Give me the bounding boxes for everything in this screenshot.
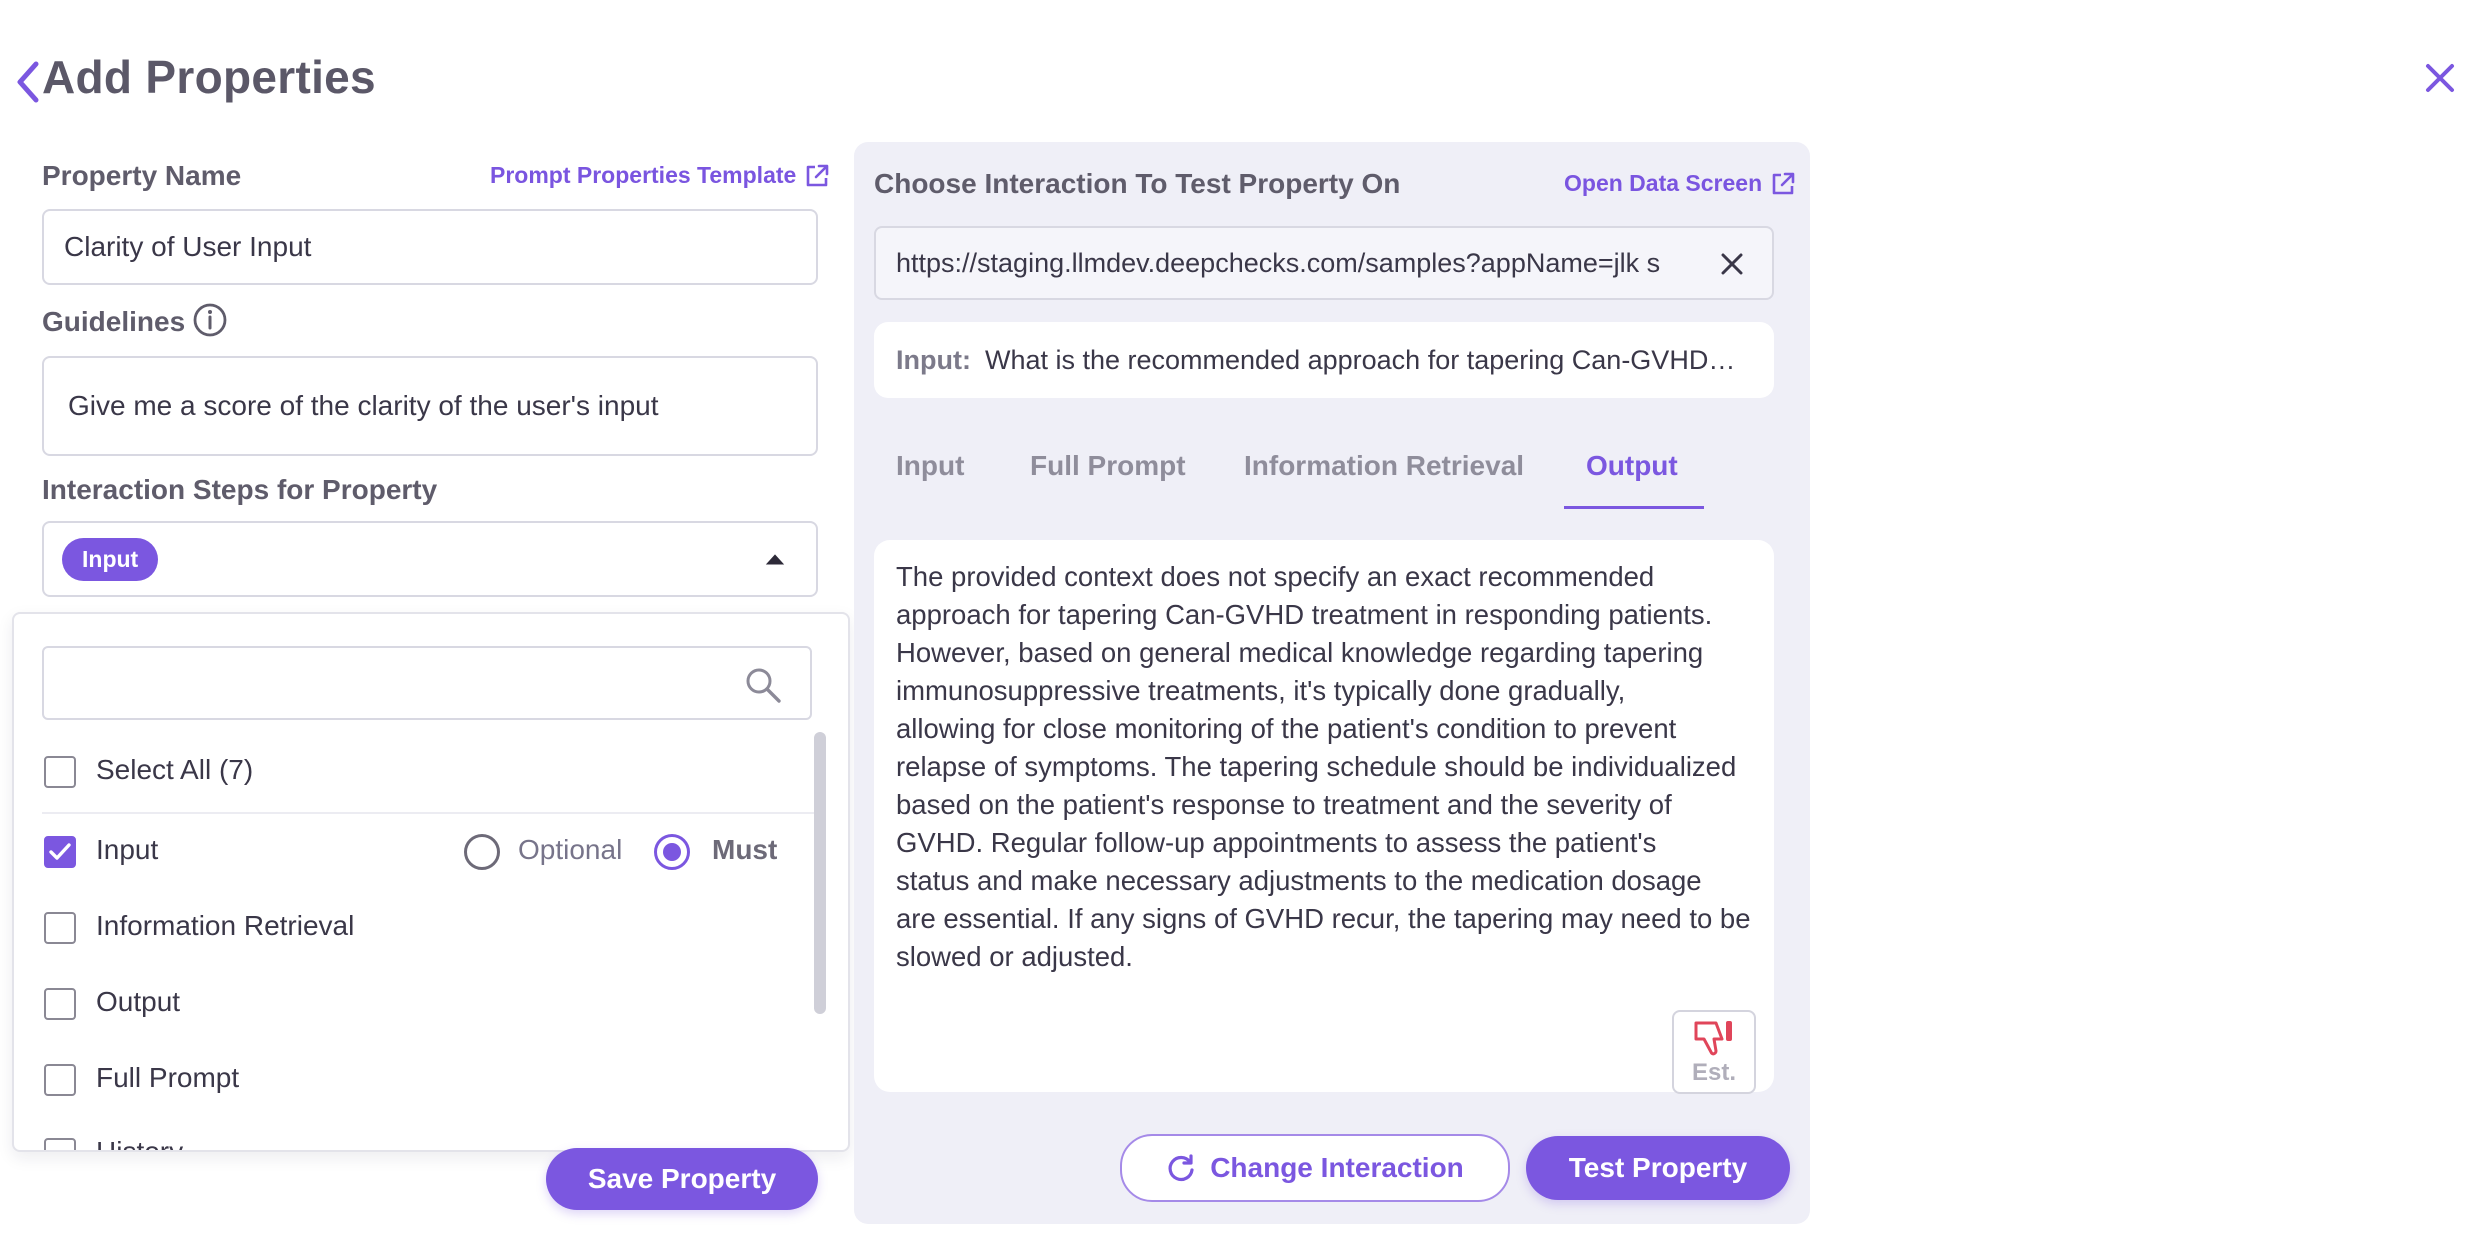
page-title: Add Properties [42,51,376,103]
input-preview-label: Input: [896,344,971,375]
option-information-retrieval-label: Information Retrieval [96,910,355,941]
dropdown-scrollbar[interactable] [814,732,826,1014]
output-line: approach for tapering Can-GVHD treatment… [896,599,1713,630]
open-data-screen-link[interactable]: Open Data Screen [1564,170,1796,197]
interaction-steps-label: Interaction Steps for Property [42,474,438,505]
radio-optional-label: Optional [518,834,623,865]
active-tab-indicator [1564,506,1704,509]
test-property-button[interactable]: Test Property [1526,1136,1790,1200]
change-interaction-button[interactable]: Change Interaction [1120,1134,1510,1202]
output-line: slowed or adjusted. [896,941,1133,972]
property-name-label: Property Name [42,160,242,191]
output-line: GVHD. Regular follow-up appointments to … [896,827,1657,858]
clear-icon[interactable] [1716,248,1748,280]
interaction-steps-select[interactable]: Input [42,521,818,597]
option-history-checkbox[interactable] [44,1138,76,1150]
output-line: relapse of symptoms. The tapering schedu… [896,751,1737,782]
est-label: Est. [1691,1059,1736,1086]
input-preview: Input: What is the recommended approach … [874,322,1774,398]
output-line: status and make necessary adjustments to… [896,865,1702,896]
option-output-label: Output [96,986,181,1017]
tab-information-retrieval[interactable]: Information Retrieval [1244,450,1524,482]
option-full-prompt-label: Full Prompt [96,1062,240,1093]
save-property-button[interactable]: Save Property [546,1148,818,1210]
radio-optional[interactable] [464,834,500,870]
output-line: based on the patient's response to treat… [896,789,1672,820]
output-line: allowing for close monitoring of the pat… [896,713,1677,744]
radio-must-label: Must [712,834,778,865]
info-icon[interactable] [192,302,228,338]
option-output-checkbox[interactable] [44,988,76,1020]
thumbs-down-icon [1694,1021,1732,1056]
radio-must[interactable] [654,834,690,870]
search-icon [746,668,781,703]
test-interaction-panel: Choose Interaction To Test Property On O… [854,142,1810,1224]
tab-full-prompt[interactable]: Full Prompt [1030,450,1186,482]
option-input-checkbox[interactable] [44,836,76,868]
tab-input[interactable]: Input [896,450,964,482]
choose-interaction-title: Choose Interaction To Test Property On [874,168,1401,199]
chevron-left-icon[interactable] [10,58,46,106]
property-name-input[interactable]: Clarity of User Input [42,209,818,285]
dropdown-search-input[interactable] [42,646,812,720]
guidelines-input[interactable]: Give me a score of the clarity of the us… [42,356,818,456]
external-link-icon [1772,172,1795,194]
interaction-url-value: https://staging.llmdev.deepchecks.com/sa… [896,247,1661,278]
select-all-checkbox[interactable] [44,756,76,788]
prompt-properties-template-link[interactable]: Prompt Properties Template [490,162,830,189]
steps-dropdown: Select All (7) Input Optional Must Infor… [12,612,850,1152]
input-preview-value: What is the recommended approach for tap… [984,344,1736,375]
caret-up-icon [765,554,785,565]
output-line: immunosuppressive treatments, it's typic… [896,675,1626,706]
change-interaction-label: Change Interaction [1210,1152,1464,1183]
output-line: However, based on general medical knowle… [896,637,1704,668]
select-all-label: Select All (7) [96,754,254,785]
open-data-screen-label: Open Data Screen [1564,170,1763,196]
check-icon [49,843,71,860]
guidelines-label: Guidelines [42,306,186,337]
prompt-properties-template-label: Prompt Properties Template [490,162,797,188]
estimated-annotation-badge[interactable]: Est. [1672,1010,1756,1094]
option-history-label: History [96,1136,184,1152]
external-link-icon [807,164,829,186]
output-content-box: The provided context does not specify an… [874,540,1774,1094]
output-line: The provided context does not specify an… [896,561,1655,592]
output-line: are essential. If any signs of GVHD recu… [896,903,1751,934]
dropdown-divider [42,812,822,814]
option-information-retrieval-checkbox[interactable] [44,912,76,944]
close-icon[interactable] [2420,58,2460,98]
option-input-label: Input [96,834,159,865]
tab-output[interactable]: Output [1586,450,1678,482]
option-full-prompt-checkbox[interactable] [44,1064,76,1096]
output-text: The provided context does not specify an… [896,558,1751,976]
refresh-icon [1168,1154,1194,1182]
selected-step-chip[interactable]: Input [62,537,159,581]
interaction-url-input[interactable]: https://staging.llmdev.deepchecks.com/sa… [874,226,1774,300]
